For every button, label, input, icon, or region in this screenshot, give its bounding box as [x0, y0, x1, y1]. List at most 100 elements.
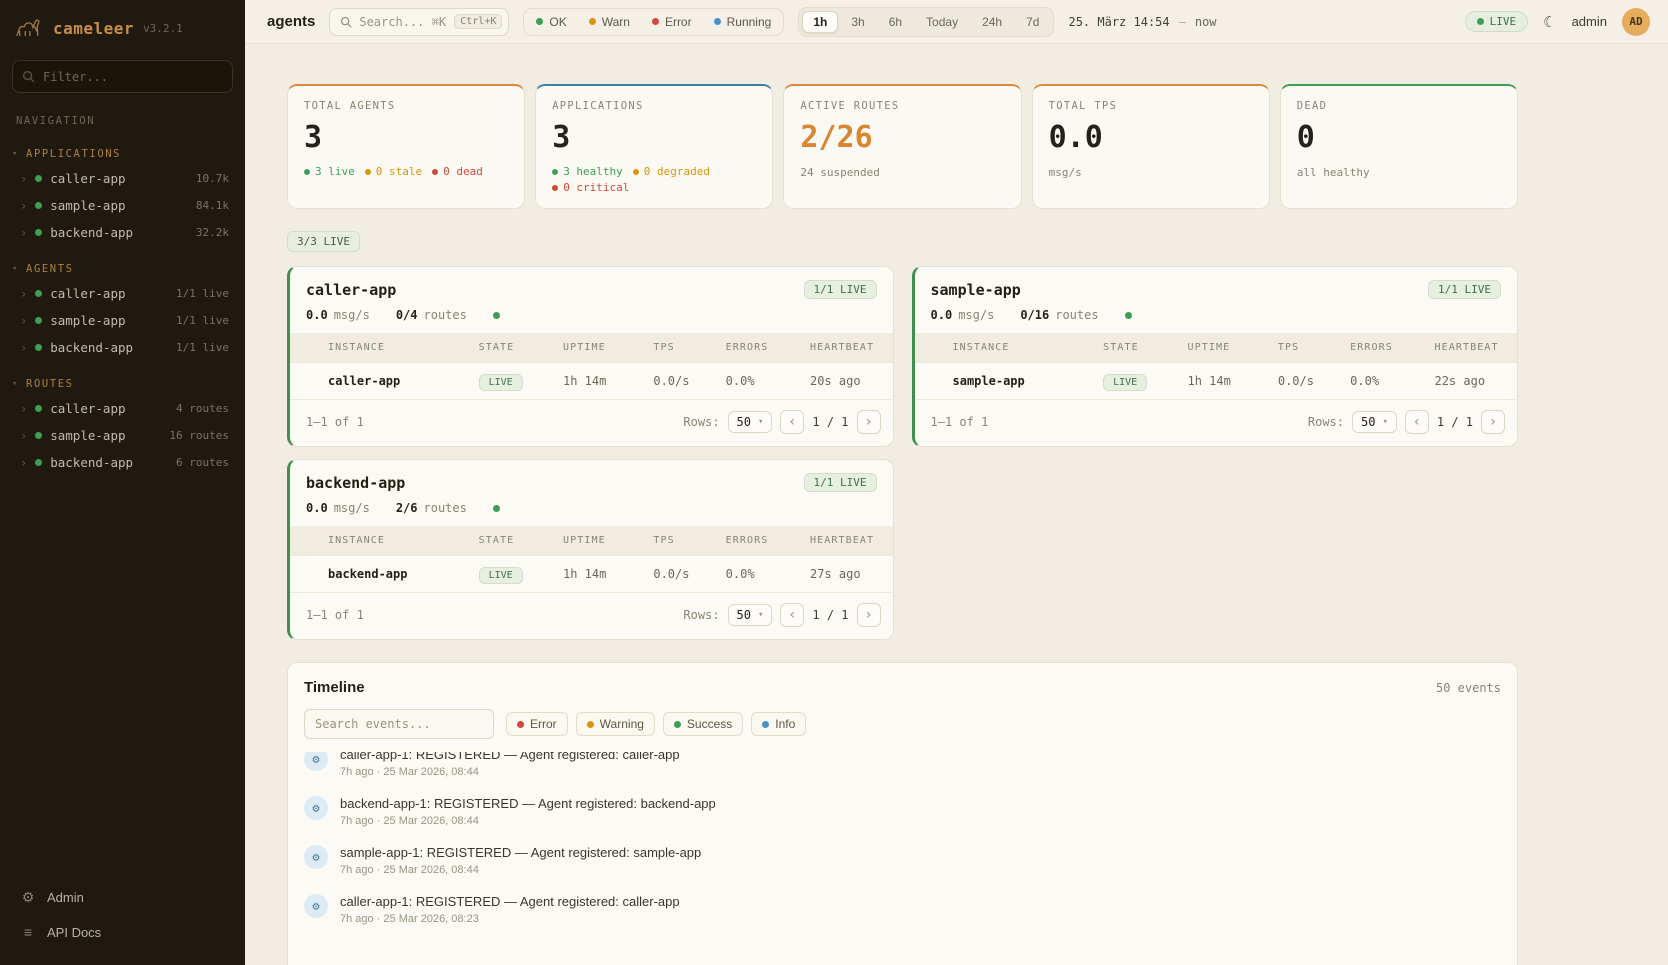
section-header-routes[interactable]: ▾ ROUTES — [0, 373, 245, 395]
timeline-search-input[interactable] — [304, 709, 494, 739]
admin-label: Admin — [47, 890, 84, 905]
instances-table: INSTANCE STATE UPTIME TPS ERRORS HEARTBE… — [915, 333, 1518, 399]
sidebar-filter-input[interactable] — [12, 60, 233, 93]
status-dot — [589, 18, 596, 25]
stat-value: 0.0 — [1049, 121, 1253, 154]
filter-chip-running[interactable]: Running — [705, 12, 781, 32]
section-title-label: ROUTES — [26, 378, 74, 390]
app-card-title[interactable]: caller-app — [306, 281, 396, 299]
timeline-chip-error[interactable]: Error — [506, 712, 568, 736]
sidebar-item-label: sample-app — [50, 198, 125, 213]
prev-page-button[interactable]: ‹ — [1405, 410, 1429, 434]
section-header-agents[interactable]: ▾ AGENTS — [0, 258, 245, 280]
sidebar-item-caller-app-agent[interactable]: › caller-app 1/1 live — [0, 280, 245, 307]
stat-card-dead: DEAD 0 all healthy — [1280, 84, 1518, 209]
range-3h[interactable]: 3h — [840, 11, 875, 33]
stat-sub-label: 0 critical — [563, 181, 629, 194]
next-page-button[interactable]: › — [857, 603, 881, 627]
timeline-event: ⚙ caller-app-1: REGISTERED — Agent regis… — [288, 752, 1517, 787]
next-page-button[interactable]: › — [857, 410, 881, 434]
username: admin — [1572, 14, 1607, 29]
sidebar-item-backend-app-agent[interactable]: › backend-app 1/1 live — [0, 334, 245, 361]
section-header-applications[interactable]: ▾ APPLICATIONS — [0, 143, 245, 165]
status-dot — [304, 169, 310, 175]
sidebar-item-sample-app[interactable]: › sample-app 84.1k — [0, 192, 245, 219]
stat-title: TOTAL AGENTS — [304, 100, 508, 112]
filter-chip-warn[interactable]: Warn — [580, 12, 639, 32]
sidebar-filter — [12, 60, 233, 93]
rows-per-page-select[interactable]: 50 ▾ — [728, 604, 773, 626]
column-header: ERRORS — [718, 526, 802, 556]
sidebar-item-caller-app[interactable]: › caller-app 10.7k — [0, 165, 245, 192]
range-7d[interactable]: 7d — [1015, 11, 1050, 33]
range-24h[interactable]: 24h — [971, 11, 1013, 33]
timeline-chip-info[interactable]: Info — [751, 712, 806, 736]
live-dot — [1477, 18, 1484, 25]
stat-title: APPLICATIONS — [552, 100, 756, 112]
admin-link[interactable]: ⚙ Admin — [0, 880, 245, 915]
state-badge: LIVE — [479, 567, 523, 584]
chevron-right-icon: › — [20, 403, 27, 415]
stat-title: DEAD — [1297, 100, 1501, 112]
app-card-title[interactable]: sample-app — [931, 281, 1021, 299]
content: TOTAL AGENTS 3 3 live 0 stale 0 dead APP… — [245, 44, 1668, 965]
rows-per-page-select[interactable]: 50 ▾ — [1352, 411, 1397, 433]
sidebar-item-caller-app-routes[interactable]: › caller-app 4 routes — [0, 395, 245, 422]
sidebar-item-sample-app-routes[interactable]: › sample-app 16 routes — [0, 422, 245, 449]
keyboard-shortcut-badge: Ctrl+K — [454, 14, 502, 29]
prev-page-button[interactable]: ‹ — [780, 603, 804, 627]
caret-down-icon: ▾ — [12, 149, 19, 159]
table-row[interactable]: caller-app LIVE 1h 14m 0.0/s 0.0% 20s ag… — [290, 363, 893, 400]
app-card-title[interactable]: backend-app — [306, 474, 405, 492]
routes-value: 2/6 — [396, 501, 418, 515]
cell-errors: 0.0% — [1342, 363, 1426, 400]
table-row[interactable]: backend-app LIVE 1h 14m 0.0/s 0.0% 27s a… — [290, 556, 893, 593]
table-row[interactable]: sample-app LIVE 1h 14m 0.0/s 0.0% 22s ag… — [915, 363, 1518, 400]
sidebar-item-sample-app-agent[interactable]: › sample-app 1/1 live — [0, 307, 245, 334]
timeline-chip-success[interactable]: Success — [663, 712, 743, 736]
search-input[interactable] — [359, 15, 447, 29]
timeline-event: ⚙ sample-app-1: REGISTERED — Agent regis… — [288, 836, 1517, 885]
chevron-right-icon: › — [20, 200, 27, 212]
stat-title: TOTAL TPS — [1049, 100, 1253, 112]
instances-table: INSTANCE STATE UPTIME TPS ERRORS HEARTBE… — [290, 526, 893, 592]
range-1h[interactable]: 1h — [802, 11, 838, 33]
sidebar-section-applications: ▾ APPLICATIONS › caller-app 10.7k › samp… — [0, 143, 245, 246]
filter-chip-error[interactable]: Error — [643, 12, 701, 32]
api-docs-link[interactable]: ≡ API Docs — [0, 915, 245, 949]
caret-down-icon: ▾ — [12, 379, 19, 389]
range-6h[interactable]: 6h — [878, 11, 913, 33]
timeline-events-scroll[interactable]: ⚙ caller-app-1: REGISTERED — Agent regis… — [288, 752, 1517, 934]
column-header: UPTIME — [1179, 333, 1269, 363]
tps-value: 0.0 — [306, 501, 328, 515]
event-time: 7h ago · 25 Mar 2026, 08:44 — [340, 766, 680, 778]
next-page-button[interactable]: › — [1481, 410, 1505, 434]
sidebar-item-badge: 16 routes — [169, 429, 229, 442]
cell-heartbeat: 20s ago — [802, 363, 893, 400]
stat-card-total-agents: TOTAL AGENTS 3 3 live 0 stale 0 dead — [287, 84, 525, 209]
range-today[interactable]: Today — [915, 11, 969, 33]
column-header: HEARTBEAT — [1426, 333, 1517, 363]
dark-mode-toggle[interactable]: ☾ — [1543, 13, 1556, 31]
status-dot — [35, 290, 42, 297]
app-logo[interactable]: cameleer v3.2.1 — [0, 0, 245, 48]
sidebar-item-backend-app[interactable]: › backend-app 32.2k — [0, 219, 245, 246]
column-header: TPS — [1270, 333, 1342, 363]
gear-icon: ⚙ — [20, 889, 36, 906]
filter-chip-ok[interactable]: OK — [527, 12, 575, 32]
rows-value: 50 — [737, 415, 751, 429]
rows-per-page-select[interactable]: 50 ▾ — [728, 411, 773, 433]
prev-page-button[interactable]: ‹ — [780, 410, 804, 434]
column-header: INSTANCE — [320, 333, 471, 363]
stat-title: ACTIVE ROUTES — [800, 100, 1004, 112]
avatar[interactable]: AD — [1622, 8, 1650, 36]
sidebar-item-backend-app-routes[interactable]: › backend-app 6 routes — [0, 449, 245, 476]
sidebar-item-label: backend-app — [50, 225, 133, 240]
stat-sub-label: 0 stale — [376, 165, 422, 178]
status-dot — [552, 185, 558, 191]
timeline-chip-warning[interactable]: Warning — [576, 712, 655, 736]
event-time: 7h ago · 25 Mar 2026, 08:44 — [340, 815, 716, 827]
timeline-event: ⚙ caller-app-1: REGISTERED — Agent regis… — [288, 885, 1517, 934]
chevron-left-icon: ‹ — [788, 414, 796, 430]
sidebar-item-label: sample-app — [50, 313, 125, 328]
